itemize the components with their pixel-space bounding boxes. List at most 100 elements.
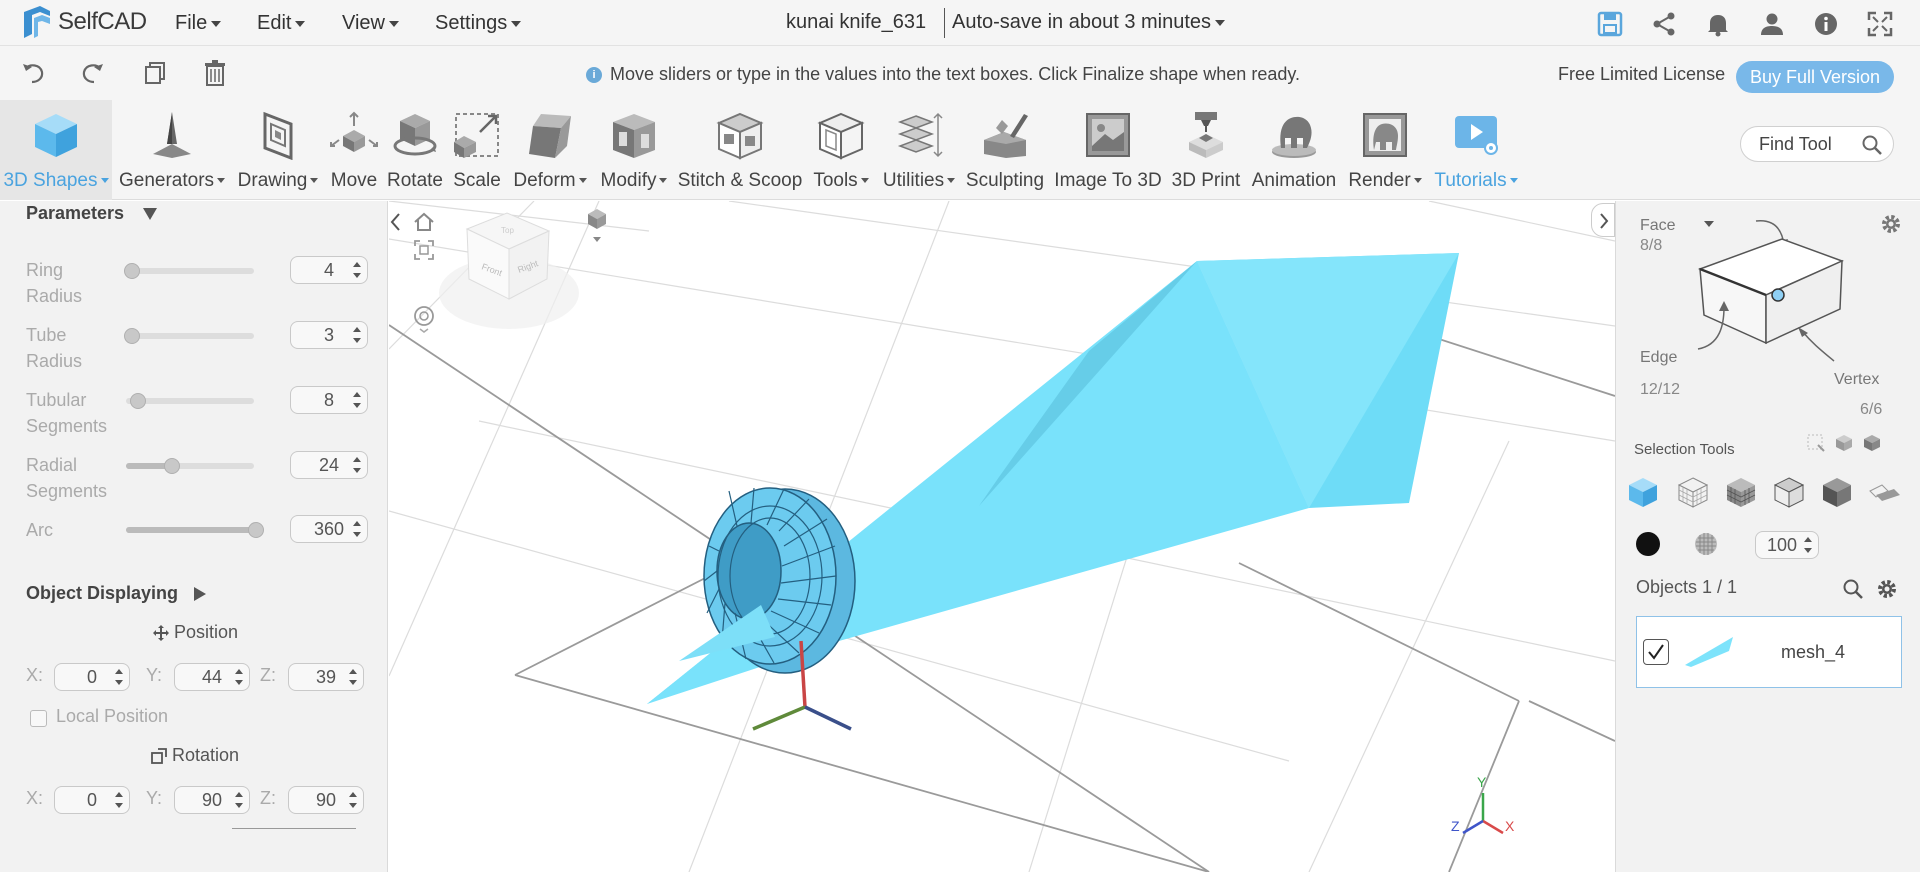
fit-view-icon[interactable] bbox=[413, 239, 435, 261]
rotation-z-input[interactable]: 90 bbox=[288, 786, 364, 814]
fullscreen-icon[interactable] bbox=[1866, 10, 1894, 38]
tool-3d-print[interactable]: 3D Print bbox=[1168, 100, 1244, 200]
invert-select-cube-icon[interactable] bbox=[1862, 433, 1882, 453]
tool-utilities[interactable]: Utilities bbox=[878, 100, 960, 200]
tool-sculpting[interactable]: Sculpting bbox=[962, 100, 1048, 200]
autosave-status[interactable]: Auto-save in about 3 minutes bbox=[952, 11, 1225, 34]
menu-file[interactable]: File bbox=[175, 12, 221, 35]
copy-icon[interactable] bbox=[140, 58, 170, 88]
stepper-icon[interactable] bbox=[353, 392, 361, 408]
rotation-x-input[interactable]: 0 bbox=[54, 786, 130, 814]
stepper-icon[interactable] bbox=[115, 792, 123, 808]
home-view-icon[interactable] bbox=[413, 211, 435, 233]
document-title[interactable]: kunai knife_631 bbox=[786, 11, 926, 34]
user-account-icon[interactable] bbox=[1758, 10, 1786, 38]
radial-segments-input[interactable]: 24 bbox=[290, 451, 368, 479]
position-z-input[interactable]: 39 bbox=[288, 663, 364, 691]
position-x-input[interactable]: 0 bbox=[54, 663, 130, 691]
collapse-triangle-icon[interactable] bbox=[143, 208, 157, 220]
face-mode-label[interactable]: Face bbox=[1640, 217, 1676, 235]
tool-stitch-scoop[interactable]: Stitch & Scoop bbox=[676, 100, 804, 200]
rotation-y-input[interactable]: 90 bbox=[174, 786, 250, 814]
collapse-left-panel-icon[interactable] bbox=[389, 211, 403, 233]
find-tool-search[interactable]: Find Tool bbox=[1740, 126, 1894, 162]
opacity-input[interactable]: 100 bbox=[1755, 531, 1819, 559]
undo-icon[interactable] bbox=[18, 58, 48, 88]
tool-modify[interactable]: Modify bbox=[594, 100, 674, 200]
slider-knob[interactable] bbox=[130, 393, 146, 409]
objects-settings-gear-icon[interactable] bbox=[1876, 578, 1898, 600]
torus-ring[interactable] bbox=[679, 487, 856, 674]
delete-trash-icon[interactable] bbox=[200, 58, 230, 88]
select-all-cube-icon[interactable] bbox=[1834, 433, 1854, 453]
stepper-icon[interactable] bbox=[353, 457, 361, 473]
local-position-checkbox[interactable] bbox=[30, 710, 47, 727]
plane-select-icon[interactable] bbox=[1868, 475, 1902, 509]
stepper-icon[interactable] bbox=[235, 669, 243, 685]
menu-settings[interactable]: Settings bbox=[435, 12, 521, 35]
tool-rotate[interactable]: Rotate bbox=[384, 100, 446, 200]
wireframe-select-icon[interactable] bbox=[1676, 475, 1710, 509]
stepper-icon[interactable] bbox=[349, 669, 357, 685]
tube-radius-slider[interactable] bbox=[124, 328, 254, 344]
redo-icon[interactable] bbox=[78, 58, 108, 88]
app-logo[interactable]: SelfCAD bbox=[20, 4, 147, 40]
stepper-icon[interactable] bbox=[353, 327, 361, 343]
tool-generators[interactable]: Generators bbox=[114, 100, 230, 200]
menu-view[interactable]: View bbox=[342, 12, 399, 35]
stepper-icon[interactable] bbox=[1804, 537, 1812, 553]
tubular-segments-input[interactable]: 8 bbox=[290, 386, 368, 414]
color-swatch-black[interactable] bbox=[1636, 532, 1660, 556]
slider-knob[interactable] bbox=[124, 263, 140, 279]
tool-tutorials[interactable]: Tutorials bbox=[1428, 100, 1524, 200]
stepper-icon[interactable] bbox=[349, 792, 357, 808]
tool-move[interactable]: Move bbox=[326, 100, 382, 200]
3d-viewport[interactable]: Y X Z Front Right Top bbox=[389, 201, 1615, 872]
selection-settings-gear-icon[interactable] bbox=[1880, 213, 1902, 235]
info-icon[interactable] bbox=[1812, 10, 1840, 38]
object-displaying-title[interactable]: Object Displaying bbox=[26, 583, 178, 604]
position-y-input[interactable]: 44 bbox=[174, 663, 250, 691]
share-icon[interactable] bbox=[1650, 10, 1678, 38]
tubular-segments-slider[interactable] bbox=[126, 393, 254, 409]
slider-knob[interactable] bbox=[248, 522, 264, 538]
save-icon[interactable] bbox=[1596, 10, 1624, 38]
object-visibility-checkbox[interactable] bbox=[1643, 639, 1669, 665]
slider-knob[interactable] bbox=[164, 458, 180, 474]
ring-radius-input[interactable]: 4 bbox=[290, 256, 368, 284]
radial-segments-slider[interactable] bbox=[126, 458, 254, 474]
view-cube-top[interactable]: Top bbox=[501, 226, 514, 235]
search-icon[interactable] bbox=[1861, 134, 1883, 156]
tool-render[interactable]: Render bbox=[1344, 100, 1426, 200]
vertex-label[interactable]: Vertex bbox=[1834, 371, 1879, 389]
object-list-item[interactable]: mesh_4 bbox=[1636, 616, 1902, 688]
tool-image-to-3d[interactable]: Image To 3D bbox=[1050, 100, 1166, 200]
scene-canvas[interactable]: Y X Z Front Right Top bbox=[389, 201, 1615, 872]
stepper-icon[interactable] bbox=[235, 792, 243, 808]
objects-search-icon[interactable] bbox=[1842, 578, 1864, 600]
arc-slider[interactable] bbox=[126, 522, 264, 538]
tool-deform[interactable]: Deform bbox=[508, 100, 592, 200]
camera-projection-icon[interactable] bbox=[585, 207, 609, 245]
stepper-icon[interactable] bbox=[115, 669, 123, 685]
tool-3d-shapes[interactable]: 3D Shapes bbox=[0, 100, 112, 200]
ring-radius-slider[interactable] bbox=[124, 263, 254, 279]
edge-label[interactable]: Edge bbox=[1640, 349, 1677, 367]
object-select-cube-icon[interactable] bbox=[1626, 475, 1660, 509]
tool-scale[interactable]: Scale bbox=[448, 100, 506, 200]
expand-triangle-icon[interactable] bbox=[194, 587, 206, 601]
solid-select-icon[interactable] bbox=[1772, 475, 1806, 509]
tool-animation[interactable]: Animation bbox=[1246, 100, 1342, 200]
mesh-select-icon[interactable] bbox=[1724, 475, 1758, 509]
tool-tools[interactable]: Tools bbox=[806, 100, 876, 200]
orbit-view-icon[interactable] bbox=[413, 305, 435, 333]
slider-knob[interactable] bbox=[124, 328, 140, 344]
menu-edit[interactable]: Edit bbox=[257, 12, 305, 35]
stepper-icon[interactable] bbox=[353, 521, 361, 537]
buy-full-version-button[interactable]: Buy Full Version bbox=[1736, 61, 1894, 93]
arc-input[interactable]: 360 bbox=[290, 515, 368, 543]
texture-swatch-icon[interactable] bbox=[1694, 532, 1718, 556]
collapse-right-panel-button[interactable] bbox=[1591, 203, 1615, 237]
notifications-bell-icon[interactable] bbox=[1704, 10, 1732, 38]
stepper-icon[interactable] bbox=[353, 262, 361, 278]
